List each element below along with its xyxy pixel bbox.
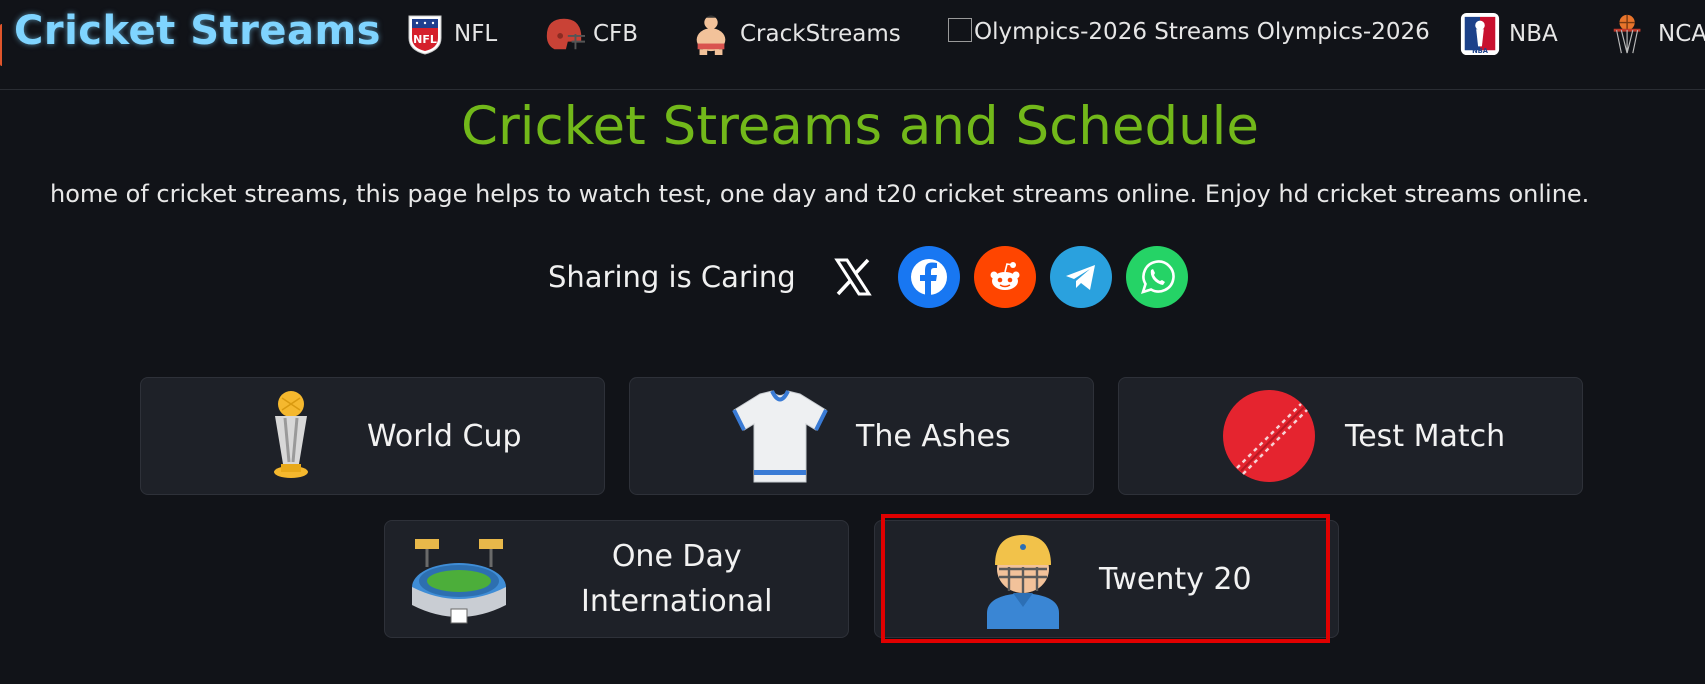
- nba-logo-icon: NBA: [1460, 13, 1500, 55]
- sumo-wrestler-icon: [696, 15, 726, 55]
- stadium-icon: [412, 539, 506, 624]
- share-whatsapp-button[interactable]: [1125, 246, 1188, 308]
- category-card-world-cup[interactable]: World Cup: [140, 377, 605, 495]
- site-logo-text[interactable]: Cricket Streams: [14, 8, 381, 54]
- basketball-hoop-icon: [1613, 14, 1641, 54]
- category-label: Test Match: [1345, 418, 1506, 454]
- nav-item-nba[interactable]: NBA NBA: [1459, 12, 1558, 56]
- category-label: The Ashes: [856, 418, 1011, 454]
- facebook-icon: [910, 259, 947, 295]
- share-x-button[interactable]: [822, 246, 884, 308]
- nav-label: NBA: [1509, 21, 1558, 47]
- page-title: Cricket Streams and Schedule: [460, 96, 1260, 157]
- nav-item-cfb[interactable]: CFB: [543, 12, 638, 56]
- x-icon: [833, 258, 872, 296]
- trophy-icon: [274, 391, 308, 478]
- svg-text:NFL: NFL: [413, 33, 437, 46]
- broken-image-icon: [948, 18, 972, 42]
- nav-label: NFL: [454, 21, 498, 47]
- nav-label: Olympics-2026 Streams Olympics-2026: [974, 19, 1430, 45]
- category-label: Twenty 20: [1099, 561, 1252, 597]
- nav-item-nfl[interactable]: NFL NFL: [404, 12, 497, 56]
- share-label: Sharing is Caring: [548, 260, 796, 294]
- category-card-test-match[interactable]: Test Match: [1118, 377, 1583, 495]
- nav-item-crackstreams[interactable]: CrackStreams: [690, 12, 901, 56]
- telegram-icon: [1065, 265, 1095, 290]
- category-card-one-day-international[interactable]: One Day International: [384, 520, 849, 638]
- category-card-the-ashes[interactable]: The Ashes: [629, 377, 1094, 495]
- nav-label: NCA: [1658, 21, 1705, 47]
- brand-accent: [0, 24, 4, 66]
- cricket-batsman-icon: [987, 535, 1059, 629]
- nfl-logo-icon: NFL: [408, 15, 442, 55]
- category-label-line1: One Day: [611, 539, 742, 574]
- whatsapp-icon: [1140, 260, 1175, 294]
- football-helmet-icon: [546, 18, 585, 50]
- category-label: One Day International: [581, 534, 772, 624]
- jersey-icon: [732, 390, 828, 483]
- share-telegram-button[interactable]: [1049, 246, 1112, 308]
- cricket-ball-icon: [1223, 390, 1315, 482]
- svg-text:NBA: NBA: [1472, 47, 1489, 55]
- category-label: World Cup: [367, 418, 522, 454]
- nav-label: CrackStreams: [740, 21, 901, 47]
- page-description: home of cricket streams, this page helps…: [50, 180, 1590, 208]
- nav-label: CFB: [593, 21, 639, 47]
- share-facebook-button[interactable]: [897, 246, 960, 308]
- category-card-twenty-20[interactable]: Twenty 20: [874, 520, 1339, 638]
- nav-item-olympics[interactable]: Olympics-2026 Streams Olympics-2026: [948, 10, 1430, 54]
- share-reddit-button[interactable]: [973, 246, 1036, 308]
- nav-item-ncaa[interactable]: NCA: [1608, 12, 1705, 56]
- category-label-line2: International: [581, 584, 773, 619]
- top-navbar: Cricket Streams NFL NFL CFB CrackStreams: [0, 0, 1705, 90]
- reddit-icon: [990, 262, 1020, 290]
- share-bar: Sharing is Caring: [548, 245, 1188, 309]
